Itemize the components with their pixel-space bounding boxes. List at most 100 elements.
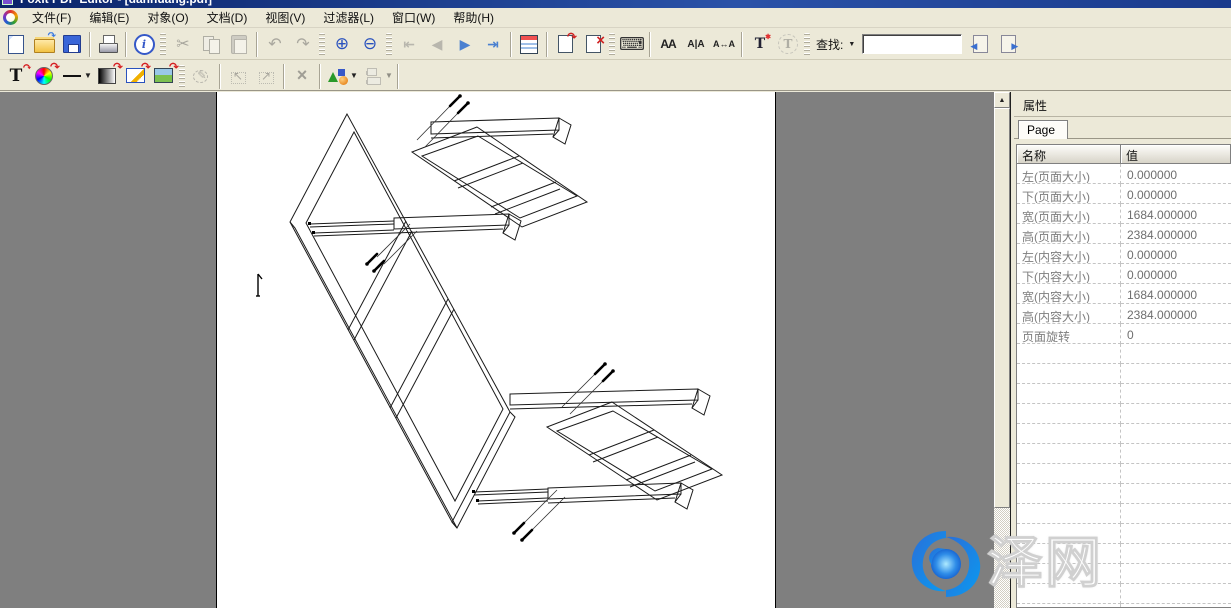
add-text-object-button[interactable]: T xyxy=(2,62,30,89)
property-row-empty xyxy=(1017,484,1231,504)
property-row: 宽(内容大小)1684.000000 xyxy=(1017,284,1231,304)
property-value[interactable]: 0.000000 xyxy=(1121,164,1231,184)
add-color-object-button[interactable] xyxy=(30,62,58,89)
add-shading-object-button[interactable] xyxy=(93,62,121,89)
text-orientation-button[interactable]: T xyxy=(774,31,802,58)
open-file-button[interactable] xyxy=(30,31,58,58)
document-info-button[interactable] xyxy=(130,31,158,58)
toolbar-grip[interactable] xyxy=(319,33,325,57)
save-file-button[interactable] xyxy=(58,31,86,58)
previous-page-icon: ◀ xyxy=(425,32,449,56)
property-value[interactable]: 2384.000000 xyxy=(1121,224,1231,244)
page-thumbnails-button[interactable] xyxy=(515,31,543,58)
scrollbar-thumb[interactable] xyxy=(994,108,1010,508)
property-value[interactable]: 0 xyxy=(1121,324,1231,344)
print-icon xyxy=(96,32,120,56)
toolbar-grip[interactable] xyxy=(804,33,810,57)
property-row: 高(内容大小)2384.000000 xyxy=(1017,304,1231,324)
menu-window[interactable]: 窗口(W) xyxy=(383,9,444,28)
delete-object-button[interactable]: × xyxy=(288,62,316,89)
print-button[interactable] xyxy=(94,31,122,58)
property-name: 宽(页面大小) xyxy=(1017,204,1121,224)
align-objects-dropdown[interactable]: ▼ xyxy=(384,64,394,88)
undo-button[interactable]: ↶ xyxy=(261,31,289,58)
redo-icon: ↷ xyxy=(291,32,315,56)
font-kerning-button[interactable]: A|A xyxy=(682,31,710,58)
toolbar-grip[interactable] xyxy=(386,33,392,57)
property-value[interactable]: 1684.000000 xyxy=(1121,284,1231,304)
edit-image-object-button[interactable] xyxy=(121,62,149,89)
edit-object-button[interactable]: ✎ xyxy=(188,62,216,89)
property-value[interactable]: 0.000000 xyxy=(1121,244,1231,264)
insert-shape-button[interactable] xyxy=(324,62,352,89)
redo-button[interactable]: ↷ xyxy=(289,31,317,58)
property-row: 左(内容大小)0.000000 xyxy=(1017,244,1231,264)
font-style-button[interactable]: AA xyxy=(654,31,682,58)
add-image-object-button[interactable] xyxy=(149,62,177,89)
document-menu-icon[interactable] xyxy=(3,10,18,25)
zoom-out-button[interactable]: ⊖ xyxy=(356,31,384,58)
add-line-object-icon xyxy=(60,64,84,88)
property-row-empty xyxy=(1017,464,1231,484)
toolbar-grip[interactable] xyxy=(179,65,185,89)
menu-help[interactable]: 帮助(H) xyxy=(444,9,503,28)
align-objects-button[interactable] xyxy=(359,62,387,89)
delete-page-button[interactable] xyxy=(579,31,607,58)
menu-edit[interactable]: 编辑(E) xyxy=(80,9,138,28)
zoom-in-button[interactable]: ⊕ xyxy=(328,31,356,58)
rotate-object-right-button[interactable]: ↗ xyxy=(252,62,280,89)
pdf-page[interactable] xyxy=(216,92,776,608)
menu-bar: 文件(F)编辑(E)对象(O)文档(D)视图(V)过滤器(L)窗口(W)帮助(H… xyxy=(0,8,1231,28)
property-value[interactable]: 1684.000000 xyxy=(1121,204,1231,224)
rotate-object-left-icon: ↖ xyxy=(226,64,250,88)
toolbar-grip[interactable] xyxy=(160,33,166,57)
menu-filter[interactable]: 过滤器(L) xyxy=(314,9,383,28)
copy-button[interactable] xyxy=(197,31,225,58)
property-name: 左(内容大小) xyxy=(1017,244,1121,264)
application-window: Foxit PDF Editor - [danhuang.pdf] 文件(F)编… xyxy=(0,0,1231,608)
add-line-object-button[interactable] xyxy=(58,62,86,89)
insert-text-button[interactable]: T xyxy=(746,31,774,58)
property-value[interactable]: 0.000000 xyxy=(1121,264,1231,284)
main-toolbar: ✂ ↶↷ ⊕⊖ ⇤◀▶⇥ ⌨ AAA|AA↔A TT 查找: ▼ xyxy=(0,28,1231,60)
property-row-empty xyxy=(1017,544,1231,564)
last-page-icon: ⇥ xyxy=(481,32,505,56)
font-spacing-button[interactable]: A↔A xyxy=(710,31,738,58)
tab-page[interactable]: Page xyxy=(1018,120,1068,139)
add-line-object-dropdown[interactable]: ▼ xyxy=(83,64,93,88)
column-header-value[interactable]: 值 xyxy=(1121,145,1231,164)
align-objects-icon xyxy=(361,64,385,88)
column-header-name[interactable]: 名称 xyxy=(1017,145,1121,164)
previous-page-button[interactable]: ◀ xyxy=(423,31,451,58)
menu-document[interactable]: 文档(D) xyxy=(198,9,257,28)
last-page-button[interactable]: ⇥ xyxy=(479,31,507,58)
property-value[interactable]: 0.000000 xyxy=(1121,184,1231,204)
cut-button[interactable]: ✂ xyxy=(169,31,197,58)
properties-tab-row: Page xyxy=(1014,117,1231,139)
find-input[interactable] xyxy=(862,34,962,54)
rotate-object-left-button[interactable]: ↖ xyxy=(224,62,252,89)
vertical-scrollbar[interactable]: ▲ xyxy=(994,92,1010,608)
scroll-up-button[interactable]: ▲ xyxy=(994,92,1010,108)
toolbar-separator xyxy=(546,32,548,57)
insert-page-button[interactable] xyxy=(551,31,579,58)
property-value[interactable]: 2384.000000 xyxy=(1121,304,1231,324)
find-label: 查找: xyxy=(816,36,843,53)
insert-shape-dropdown[interactable]: ▼ xyxy=(349,64,359,88)
next-page-button[interactable]: ▶ xyxy=(451,31,479,58)
first-page-button[interactable]: ⇤ xyxy=(395,31,423,58)
paste-button[interactable] xyxy=(225,31,253,58)
toolbar-grip[interactable] xyxy=(609,33,615,57)
find-dropdown[interactable]: ▼ xyxy=(845,35,858,53)
property-row-empty xyxy=(1017,444,1231,464)
menu-file[interactable]: 文件(F) xyxy=(23,9,80,28)
virtual-keyboard-button[interactable]: ⌨ xyxy=(618,31,646,58)
menu-object[interactable]: 对象(O) xyxy=(138,9,197,28)
copy-icon xyxy=(199,32,223,56)
add-image-object-icon xyxy=(151,64,175,88)
find-next-button[interactable] xyxy=(994,31,1022,58)
document-canvas[interactable] xyxy=(0,92,994,608)
find-previous-button[interactable] xyxy=(966,31,994,58)
menu-view[interactable]: 视图(V) xyxy=(256,9,314,28)
new-document-button[interactable] xyxy=(2,31,30,58)
